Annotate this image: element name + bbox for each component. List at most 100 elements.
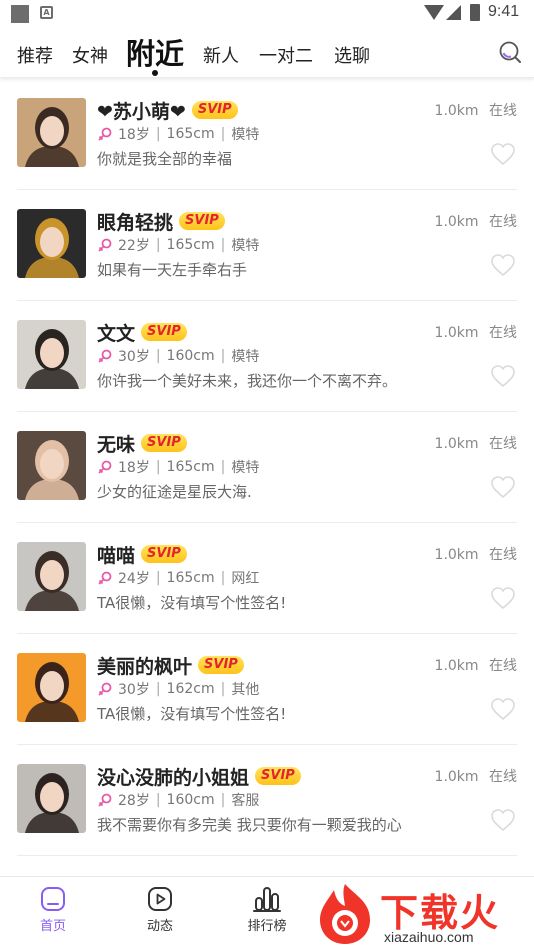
user-job: 模特 xyxy=(231,349,260,365)
user-name: 眼角轻挑 xyxy=(97,211,174,234)
battery-icon xyxy=(470,4,480,21)
online-status: 在线 xyxy=(489,547,517,563)
user-row[interactable]: 美丽的枫叶 SVIP 30岁 | 162cm | 其他 TA很懒，没有填写个性签… xyxy=(0,634,534,745)
tab-goddess[interactable]: 女神 xyxy=(72,42,108,68)
divider: | xyxy=(155,126,161,142)
divider: | xyxy=(220,792,226,808)
svip-badge: SVIP xyxy=(255,767,301,785)
distance-status: 1.0km 在线 xyxy=(435,211,517,231)
user-age: 18岁 xyxy=(118,460,150,476)
search-icon[interactable] xyxy=(498,40,522,64)
distance-status: 1.0km 在线 xyxy=(435,100,517,120)
heart-icon[interactable] xyxy=(490,364,516,388)
clock: 9:41 xyxy=(488,3,520,20)
user-distance: 1.0km xyxy=(434,658,479,674)
user-meta: 22岁 | 165cm | 模特 xyxy=(97,235,259,255)
user-meta: 24岁 | 165cm | 网红 xyxy=(97,568,259,588)
user-row[interactable]: 文文 SVIP 30岁 | 160cm | 模特 你许我一个美好未来，我还你一个… xyxy=(0,301,534,412)
online-status: 在线 xyxy=(489,103,517,119)
user-signature: 我不需要你有多完美 我只要你有一颗爱我的心 xyxy=(97,816,402,834)
user-job: 网红 xyxy=(231,571,260,587)
online-status: 在线 xyxy=(489,214,517,230)
user-name: 喵喵 xyxy=(97,544,136,567)
row-divider xyxy=(17,855,517,856)
user-meta: 30岁 | 162cm | 其他 xyxy=(97,679,259,699)
user-meta: 18岁 | 165cm | 模特 xyxy=(97,124,259,144)
heart-icon[interactable] xyxy=(490,475,516,499)
distance-status: 1.0km 在线 xyxy=(435,433,517,453)
nav-home-label: 首页 xyxy=(39,919,66,934)
online-status: 在线 xyxy=(489,769,517,785)
user-row[interactable]: 眼角轻挑 SVIP 22岁 | 165cm | 模特 如果有一天左手牵右手 1.… xyxy=(0,190,534,301)
heart-icon[interactable] xyxy=(490,697,516,721)
user-age: 22岁 xyxy=(118,238,150,254)
svip-badge: SVIP xyxy=(141,545,187,563)
avatar[interactable] xyxy=(17,320,86,389)
avatar[interactable] xyxy=(17,653,86,722)
nav-ranking-label: 排行榜 xyxy=(247,919,287,934)
female-icon xyxy=(98,127,112,141)
female-icon xyxy=(98,793,112,807)
divider: | xyxy=(220,348,226,364)
female-icon xyxy=(98,238,112,252)
distance-status: 1.0km 在线 xyxy=(435,322,517,342)
nav-home[interactable]: 首页 xyxy=(13,877,93,950)
user-job: 模特 xyxy=(231,460,260,476)
name-line: ❤苏小萌❤ SVIP xyxy=(97,98,238,123)
female-icon xyxy=(98,571,112,585)
divider: | xyxy=(155,459,161,475)
user-distance: 1.0km xyxy=(434,547,479,563)
tab-one-to-two[interactable]: 一对二 xyxy=(259,42,313,68)
user-row[interactable]: 喵喵 SVIP 24岁 | 165cm | 网红 TA很懒，没有填写个性签名! … xyxy=(0,523,534,634)
user-job: 客服 xyxy=(231,793,260,809)
divider: | xyxy=(155,681,161,697)
user-height: 165cm xyxy=(166,459,215,475)
user-height: 165cm xyxy=(166,570,215,586)
heart-icon[interactable] xyxy=(490,142,516,166)
name-line: 无味 SVIP xyxy=(97,431,187,456)
tab-select-chat[interactable]: 选聊 xyxy=(334,42,370,68)
avatar[interactable] xyxy=(17,431,86,500)
tab-recommend[interactable]: 推荐 xyxy=(17,42,53,68)
user-row[interactable]: 无味 SVIP 18岁 | 165cm | 模特 少女的征途是星辰大海. 1.0… xyxy=(0,412,534,523)
user-meta: 30岁 | 160cm | 模特 xyxy=(97,346,259,366)
divider: | xyxy=(155,792,161,808)
name-line: 眼角轻挑 SVIP xyxy=(97,209,225,234)
status-bar: A 9:41 xyxy=(0,0,534,28)
avatar[interactable] xyxy=(17,542,86,611)
user-job: 其他 xyxy=(231,682,260,698)
user-name: 文文 xyxy=(97,322,136,345)
tab-nearby[interactable]: 附近 xyxy=(126,31,184,73)
user-distance: 1.0km xyxy=(434,769,479,785)
distance-status: 1.0km 在线 xyxy=(435,655,517,675)
user-meta: 18岁 | 165cm | 模特 xyxy=(97,457,259,477)
user-row[interactable]: ❤苏小萌❤ SVIP 18岁 | 165cm | 模特 你就是我全部的幸福 1.… xyxy=(0,79,534,190)
ranking-icon xyxy=(253,887,281,912)
user-list: ❤苏小萌❤ SVIP 18岁 | 165cm | 模特 你就是我全部的幸福 1.… xyxy=(0,79,534,856)
user-distance: 1.0km xyxy=(434,325,479,341)
avatar[interactable] xyxy=(17,98,86,167)
nav-ranking[interactable]: 排行榜 xyxy=(227,877,307,950)
nav-moments[interactable]: 动态 xyxy=(120,877,200,950)
svip-badge: SVIP xyxy=(141,323,187,341)
heart-icon[interactable] xyxy=(490,586,516,610)
user-distance: 1.0km xyxy=(434,103,479,119)
user-row[interactable]: 没心没肺的小姐姐 SVIP 28岁 | 160cm | 客服 我不需要你有多完美… xyxy=(0,745,534,856)
user-name: 没心没肺的小姐姐 xyxy=(97,766,250,789)
avatar[interactable] xyxy=(17,764,86,833)
heart-icon[interactable] xyxy=(490,808,516,832)
user-age: 24岁 xyxy=(118,571,150,587)
user-age: 18岁 xyxy=(118,127,150,143)
user-job: 模特 xyxy=(231,127,260,143)
watermark: 下载火 xiazaihuo.com xyxy=(312,880,534,950)
female-icon xyxy=(98,349,112,363)
user-signature: 你就是我全部的幸福 xyxy=(97,150,233,168)
tab-newcomers[interactable]: 新人 xyxy=(203,42,239,68)
user-height: 160cm xyxy=(166,792,215,808)
avatar[interactable] xyxy=(17,209,86,278)
heart-icon[interactable] xyxy=(490,253,516,277)
divider: | xyxy=(155,237,161,253)
top-tab-bar: 推荐 女神 附近 新人 一对二 选聊 xyxy=(0,28,534,78)
user-height: 162cm xyxy=(166,681,215,697)
watermark-url: xiazaihuo.com xyxy=(384,929,474,945)
